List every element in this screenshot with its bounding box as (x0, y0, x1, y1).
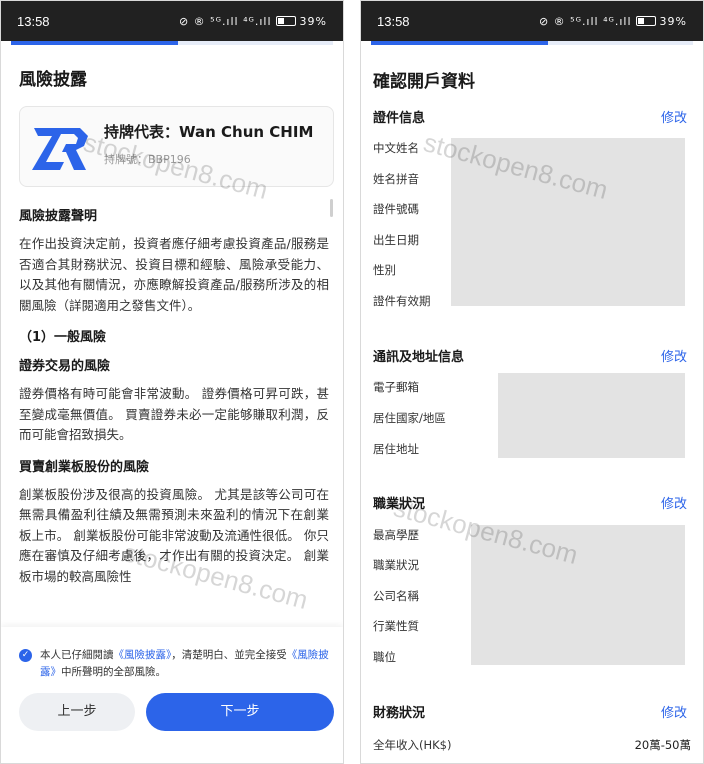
status-time: 13:58 (17, 13, 50, 29)
redacted-values (451, 138, 685, 306)
field-label: 職業狀況 (373, 558, 419, 572)
redacted-values (471, 525, 685, 665)
group-id-info-header: 證件信息 修改 (373, 107, 687, 126)
step-progress-fill (371, 41, 549, 45)
annual-income-value: 20萬-50萬 (634, 738, 691, 752)
status-bar: 13:58 ⊘ ® ⁵ᴳ.ıll ⁴ᴳ.ıll 39% (1, 1, 343, 41)
signal-icons: ⊘ ® ⁵ᴳ.ıll ⁴ᴳ.ıll (178, 14, 272, 28)
group-occupation-header: 職業狀況 修改 (373, 493, 687, 512)
license-number: 持牌號：BBP196 (104, 153, 191, 166)
status-bar: 13:58 ⊘ ® ⁵ᴳ.ıll ⁴ᴳ.ıll 39% (361, 1, 703, 41)
field-label: 證件有效期 (373, 294, 431, 308)
edit-contact-button[interactable]: 修改 (661, 346, 687, 365)
agreement-text: 本人已仔細閱讀《風險披露》，清楚明白、並完全接受《風險披露》中所聲明的全部風險。 (40, 647, 329, 681)
group-title: 職業狀況 (373, 497, 426, 512)
agreement-middle: ，清楚明白、並完全接受 (171, 649, 287, 661)
section-heading: （1）一般風險 (19, 330, 107, 345)
field-label: 最高學歷 (373, 528, 419, 542)
battery-level: 39% (659, 14, 687, 28)
field-label: 性別 (373, 263, 396, 277)
confirm-account-info-screen: 13:58 ⊘ ® ⁵ᴳ.ıll ⁴ᴳ.ıll 39% 確認開戶資料 證件信息 … (360, 0, 704, 764)
group-finance-header: 財務狀況 修改 (373, 702, 687, 721)
checkbox-checked-icon[interactable]: ✓ (19, 649, 32, 662)
disclosure-scroll-area[interactable]: 風險披露聲明 在作出投資決定前，投資者應仔細考慮投資產品/服務是否適合其財務狀況… (19, 201, 329, 621)
representative-name: 持牌代表：Wan Chun CHIM (104, 123, 314, 141)
risk-disclosure-screen: 13:58 ⊘ ® ⁵ᴳ.ıll ⁴ᴳ.ıll 39% 風險披露 持牌代表：Wa… (0, 0, 344, 764)
agreement-prefix: 本人已仔細閱讀 (40, 649, 114, 661)
field-label: 行業性質 (373, 619, 419, 633)
previous-step-button[interactable]: 上一步 (19, 693, 135, 731)
battery-icon (635, 16, 656, 26)
step-progress-bar (371, 41, 693, 45)
status-icons: ⊘ ® ⁵ᴳ.ıll ⁴ᴳ.ıll 39% (179, 15, 327, 28)
battery-icon (275, 16, 296, 26)
group-title: 通訊及地址信息 (373, 350, 465, 365)
field-label: 出生日期 (373, 233, 419, 247)
section-text: 在作出投資決定前，投資者應仔細考慮投資產品/服務是否適合其財務狀況、投資目標和經… (19, 236, 329, 313)
section-heading: 證券交易的風險 (19, 359, 111, 374)
field-label: 證件號碼 (373, 202, 419, 216)
edit-finance-button[interactable]: 修改 (661, 702, 687, 721)
next-step-button[interactable]: 下一步 (146, 693, 334, 731)
field-label: 姓名拼音 (373, 172, 419, 186)
field-label: 居住國家/地區 (373, 411, 446, 425)
section-text: 證券價格有時可能會非常波動。 證券價格可昇可跌，甚至變成毫無價值。 買賣證券未必… (19, 386, 329, 442)
risk-disclosure-link[interactable]: 《風險披露》 (114, 649, 172, 661)
field-label: 居住地址 (373, 442, 419, 456)
field-label: 電子郵箱 (373, 380, 419, 394)
battery-level: 39% (299, 14, 327, 28)
status-icons: ⊘ ® ⁵ᴳ.ıll ⁴ᴳ.ıll 39% (539, 15, 687, 28)
page-title: 風險披露 (19, 70, 87, 90)
section-heading: 風險披露聲明 (19, 209, 98, 224)
page-title: 確認開戶資料 (373, 72, 475, 92)
redacted-values (498, 373, 685, 458)
bottom-action-bar: ✓ 本人已仔細閱讀《風險披露》，清楚明白、並完全接受《風險披露》中所聲明的全部風… (1, 627, 343, 763)
scrollbar[interactable] (330, 199, 333, 217)
zr-logo-icon (32, 128, 88, 170)
edit-id-info-button[interactable]: 修改 (661, 107, 687, 126)
section-text: 創業板股份涉及很高的投資風險。 尤其是該等公司可在無需具備盈利往績及無需預測未來… (19, 486, 329, 584)
step-progress-bar (11, 41, 333, 45)
agreement-suffix: 中所聲明的全部風險。 (61, 666, 166, 678)
section-heading: 買賣創業板股份的風險 (19, 459, 150, 475)
field-label: 全年收入(HK$) (373, 738, 452, 752)
representative-card: 持牌代表：Wan Chun CHIM 持牌號：BBP196 (19, 106, 334, 187)
step-progress-fill (11, 41, 179, 45)
signal-icons: ⊘ ® ⁵ᴳ.ıll ⁴ᴳ.ıll (538, 14, 632, 28)
edit-occupation-button[interactable]: 修改 (661, 493, 687, 512)
group-contact-header: 通訊及地址信息 修改 (373, 346, 687, 365)
field-label: 職位 (373, 650, 396, 664)
group-title: 財務狀況 (373, 706, 426, 721)
status-time: 13:58 (377, 13, 410, 29)
field-label: 中文姓名 (373, 141, 419, 155)
group-title: 證件信息 (373, 111, 426, 126)
agreement-row[interactable]: ✓ 本人已仔細閱讀《風險披露》，清楚明白、並完全接受《風險披露》中所聲明的全部風… (19, 647, 329, 681)
field-label: 公司名稱 (373, 589, 419, 603)
